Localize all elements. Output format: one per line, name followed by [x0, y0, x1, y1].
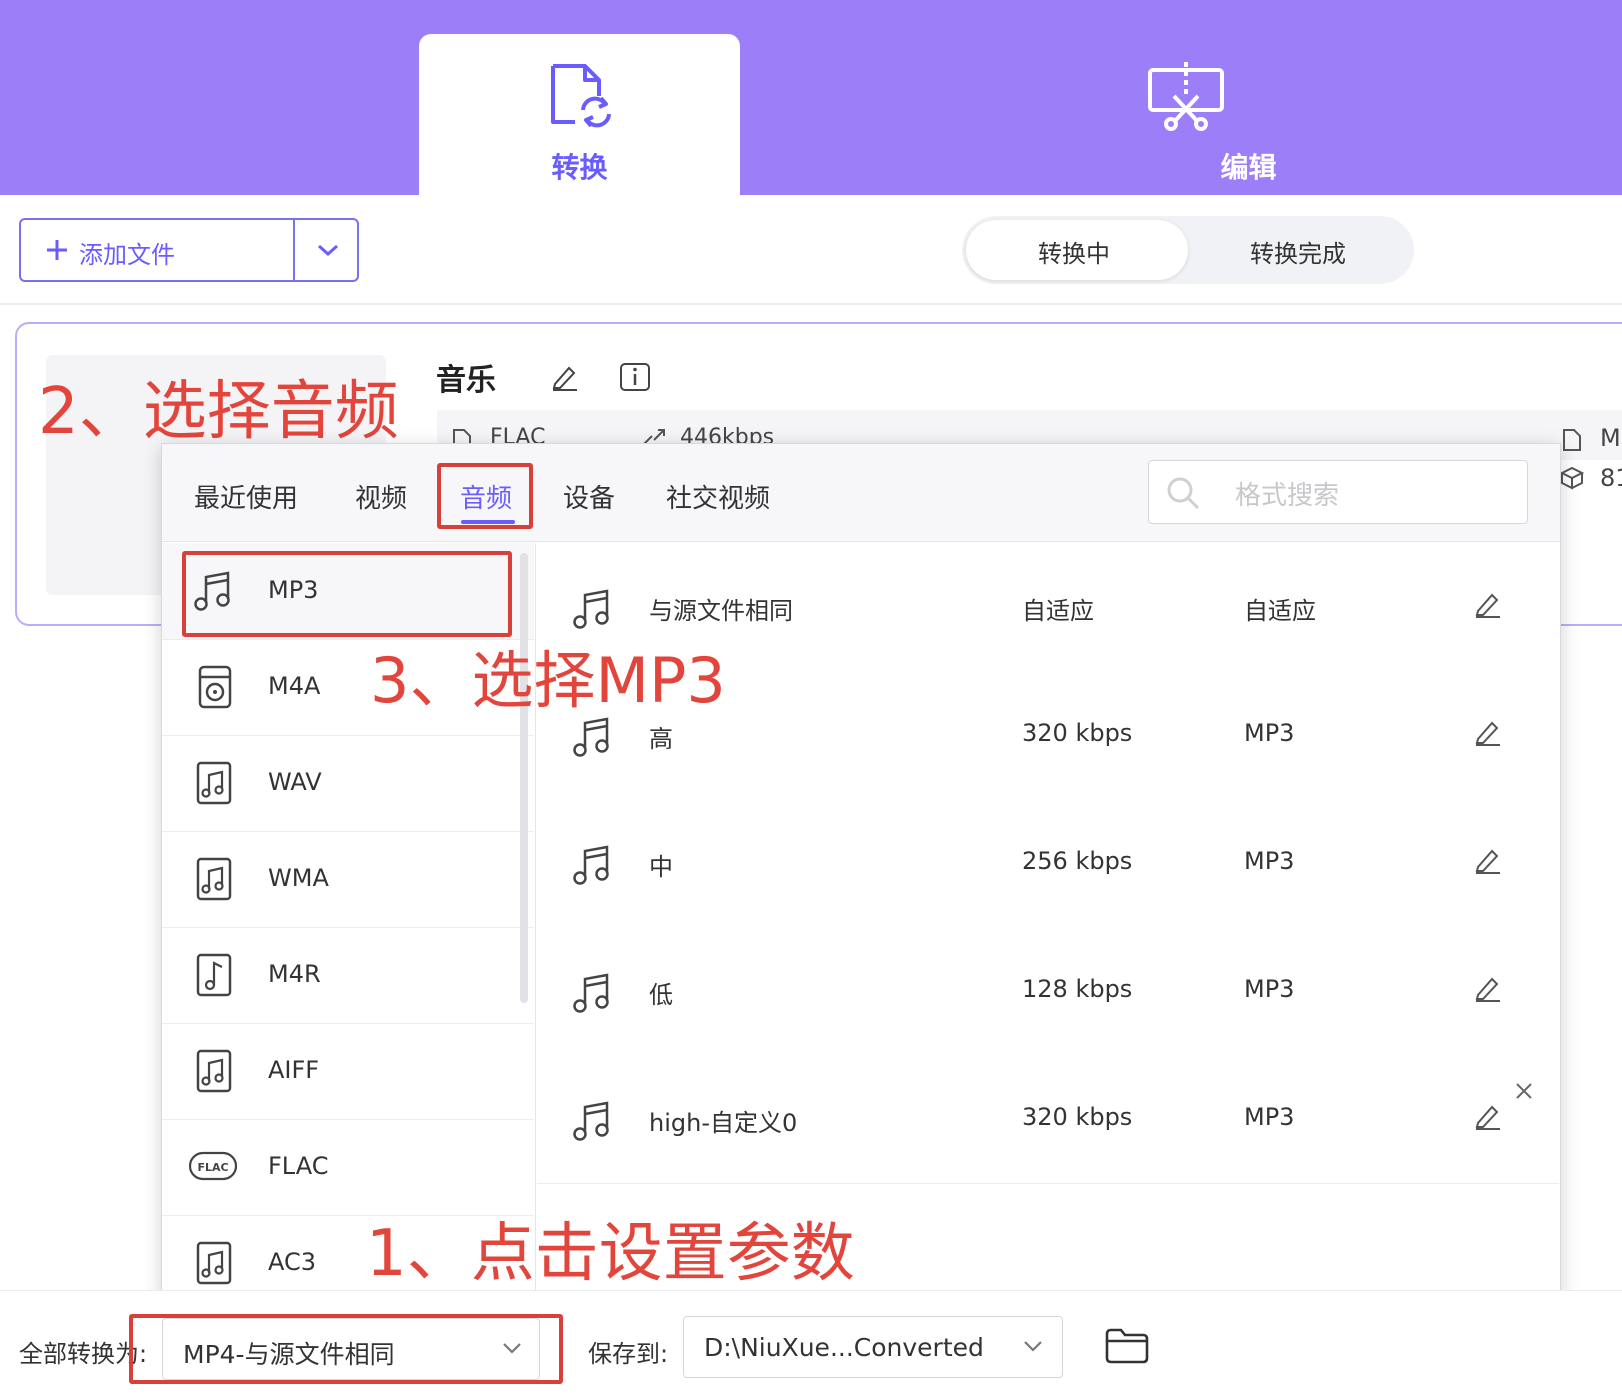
format-item-flac[interactable]: FLAC FLAC [162, 1119, 534, 1216]
music-note-icon [573, 845, 609, 885]
edit-preset-icon[interactable] [1472, 589, 1502, 619]
preset-format: 自适应 [1244, 597, 1316, 625]
format-list-scrollbar[interactable] [520, 553, 528, 1003]
category-device[interactable]: 设备 [563, 478, 615, 515]
output-file-icon [1563, 429, 1581, 451]
music-note-icon [573, 973, 609, 1013]
chevron-down-icon[interactable] [316, 242, 340, 258]
output-size: 81 [1600, 464, 1622, 492]
toolbar-divider [0, 303, 1622, 305]
tab-edit[interactable]: 编辑 [1088, 34, 1409, 196]
segment-converting[interactable]: 转换中 [966, 220, 1188, 280]
format-name: WMA [268, 864, 329, 892]
file-title: 音乐 [436, 363, 496, 398]
rename-pencil-icon[interactable] [549, 362, 579, 392]
preset-format: MP3 [1244, 847, 1295, 875]
edit-preset-icon[interactable] [1472, 973, 1502, 1003]
edit-preset-icon[interactable] [1472, 845, 1502, 875]
media-player-icon [198, 665, 232, 709]
chevron-down-icon [1024, 1341, 1042, 1352]
format-name: WAV [268, 768, 322, 796]
segment-converted-label: 转换完成 [1250, 240, 1346, 268]
size-box-icon [1560, 466, 1584, 490]
format-item-wav[interactable]: WAV [162, 735, 534, 832]
segment-converted[interactable]: 转换完成 [1190, 220, 1412, 280]
ringtone-file-icon [196, 953, 232, 997]
delete-preset-icon[interactable] [1514, 1081, 1534, 1101]
preset-bitrate: 320 kbps [1022, 1103, 1133, 1131]
preset-format: MP3 [1244, 719, 1295, 747]
search-placeholder: 格式搜索 [1235, 481, 1340, 511]
preset-row-low[interactable]: 低 128 kbps MP3 [537, 927, 1559, 1056]
preset-format: MP3 [1244, 975, 1295, 1003]
music-note-icon [573, 1101, 609, 1141]
annotation-step3: 3、选择MP3 [370, 644, 726, 717]
preset-bitrate: 256 kbps [1022, 847, 1133, 875]
add-file-label: 添加文件 [79, 241, 175, 269]
format-name: FLAC [268, 1152, 329, 1180]
preset-name: 低 [649, 981, 673, 1009]
format-name: M4R [268, 960, 321, 988]
category-recent[interactable]: 最近使用 [194, 478, 298, 515]
preset-bitrate: 自适应 [1022, 597, 1094, 625]
save-to-value: D:\NiuXue...Converted [704, 1333, 984, 1362]
preset-name: high-自定义0 [649, 1109, 798, 1137]
format-item-wma[interactable]: WMA [162, 831, 534, 928]
preset-bitrate: 128 kbps [1022, 975, 1133, 1003]
edit-preset-icon[interactable] [1472, 717, 1502, 747]
category-social-video[interactable]: 社交视频 [666, 478, 770, 515]
convert-all-label: 全部转换为: [19, 1340, 148, 1368]
highlight-box-convert-all [129, 1314, 563, 1384]
audio-file-icon [196, 1049, 232, 1093]
audio-file-icon [196, 857, 232, 901]
add-file-divider [293, 220, 295, 280]
audio-file-icon [196, 761, 232, 805]
scissors-edit-icon [1148, 62, 1224, 131]
format-name: M4A [268, 672, 321, 700]
format-name: AIFF [268, 1056, 320, 1084]
preset-name: 中 [649, 853, 673, 881]
music-note-icon [573, 589, 609, 629]
add-file-button[interactable]: 添加文件 [19, 218, 359, 282]
audio-file-icon [196, 1241, 232, 1285]
preset-name: 与源文件相同 [649, 597, 793, 625]
annotation-step2: 2、选择音频 [38, 375, 399, 449]
svg-text:FLAC: FLAC [197, 1161, 228, 1174]
preset-format: MP3 [1244, 1103, 1295, 1131]
annotation-step1: 1、点击设置参数 [366, 1217, 855, 1291]
save-to-select[interactable]: D:\NiuXue...Converted [683, 1316, 1063, 1378]
format-search-input[interactable]: 格式搜索 [1148, 460, 1528, 524]
edit-preset-icon[interactable] [1472, 1101, 1502, 1131]
folder-icon[interactable] [1104, 1326, 1150, 1366]
output-format: M [1600, 424, 1621, 452]
preset-row-custom[interactable]: high-自定义0 320 kbps MP3 [537, 1055, 1559, 1184]
highlight-box-audio [437, 463, 533, 529]
info-icon[interactable] [619, 362, 651, 392]
format-item-m4r[interactable]: M4R [162, 927, 534, 1024]
file-convert-icon [551, 64, 611, 128]
tab-convert-label: 转换 [551, 151, 608, 184]
tab-edit-label: 编辑 [1220, 151, 1277, 184]
music-note-icon [573, 717, 609, 757]
preset-name: 高 [649, 725, 673, 753]
format-name: AC3 [268, 1248, 317, 1276]
format-item-aiff[interactable]: AIFF [162, 1023, 534, 1120]
preset-bitrate: 320 kbps [1022, 719, 1133, 747]
plus-icon [47, 240, 67, 260]
search-icon [1167, 477, 1200, 510]
category-video[interactable]: 视频 [355, 478, 407, 515]
preset-row-medium[interactable]: 中 256 kbps MP3 [537, 799, 1559, 928]
flac-badge-icon: FLAC [188, 1151, 238, 1181]
tab-convert[interactable]: 转换 [419, 34, 740, 196]
highlight-box-mp3 [182, 551, 512, 637]
segment-converting-label: 转换中 [1038, 240, 1110, 268]
save-to-label: 保存到: [588, 1340, 669, 1368]
